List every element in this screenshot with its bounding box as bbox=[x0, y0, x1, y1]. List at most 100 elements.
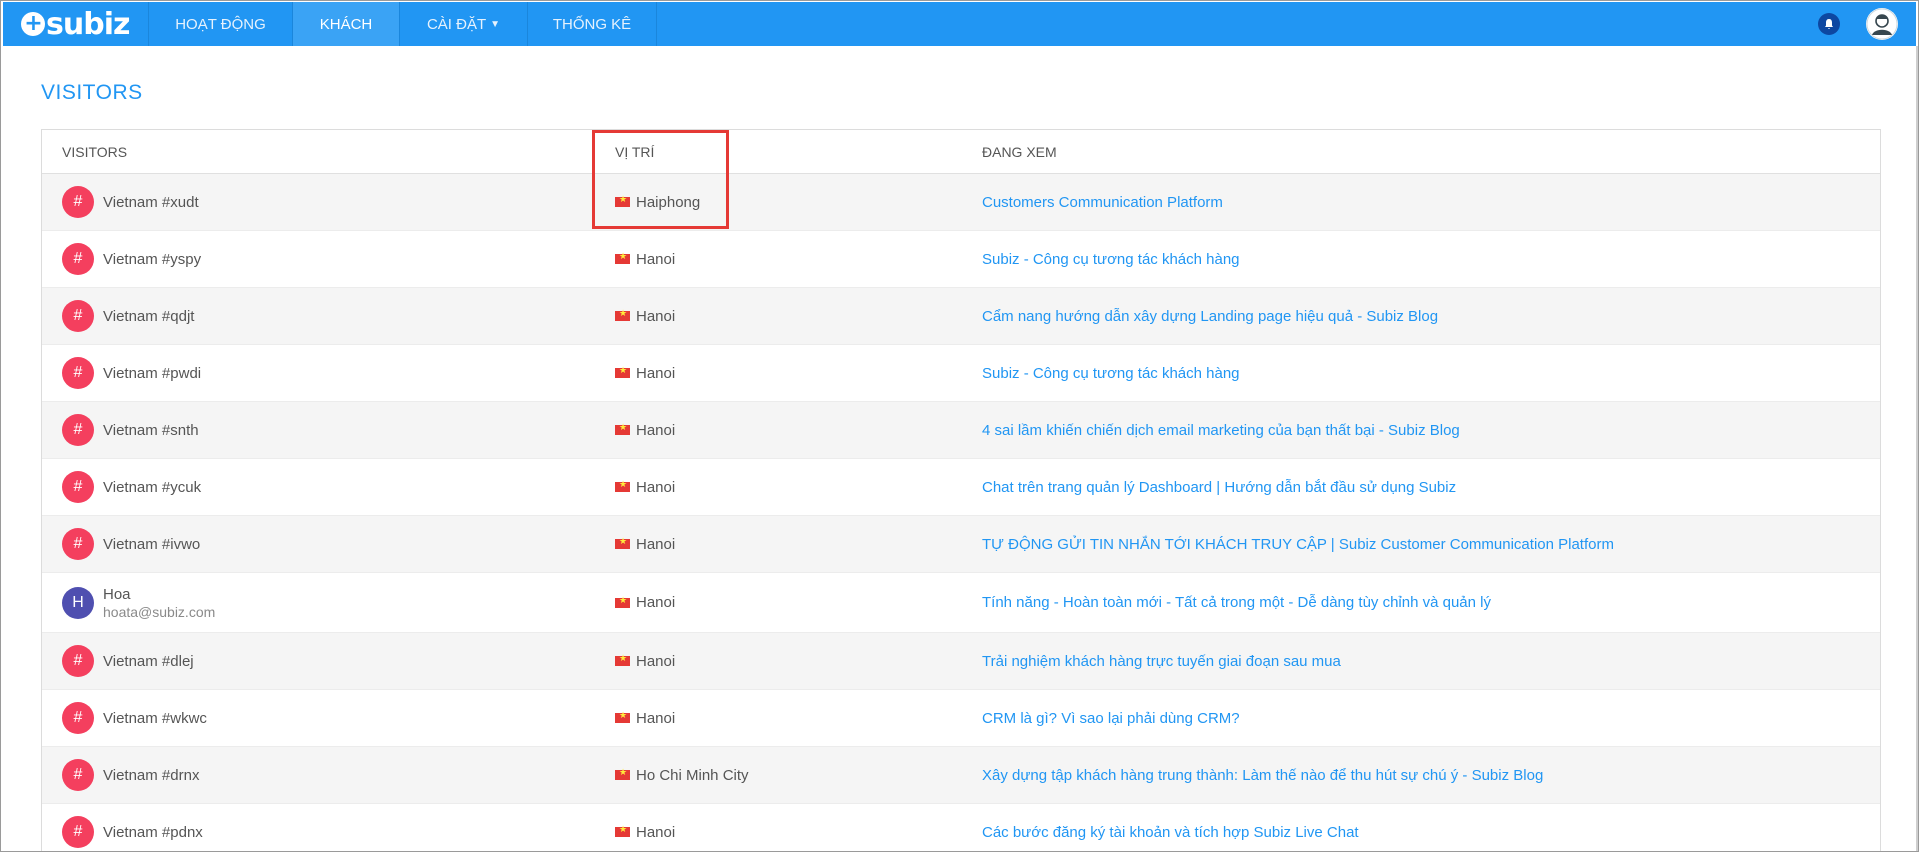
viewing-page-link[interactable]: Cẩm nang hướng dẫn xây dựng Landing page… bbox=[982, 308, 1438, 325]
vietnam-flag-icon bbox=[615, 479, 630, 492]
viewing-page-link[interactable]: 4 sai lầm khiến chiến dịch email marketi… bbox=[982, 422, 1460, 439]
viewing-cell: Xây dựng tập khách hàng trung thành: Làm… bbox=[982, 747, 1543, 803]
anonymous-visitor-icon: # bbox=[62, 186, 94, 218]
visitor-info: Vietnam #snth bbox=[103, 422, 199, 439]
location-text: Hanoi bbox=[636, 478, 676, 496]
location-cell: Hanoi bbox=[615, 633, 675, 689]
table-row[interactable]: # Vietnam #dlej Hanoi Trải nghiệm khách hàn… bbox=[42, 633, 1880, 690]
location-cell: Hanoi bbox=[615, 345, 675, 401]
user-avatar: H bbox=[62, 586, 94, 619]
table-row[interactable]: # Vietnam #drnx Ho Chi Minh City Xây dựng t… bbox=[42, 747, 1880, 804]
table-row[interactable]: # Vietnam #qdjt Hanoi Cẩm nang hướng dẫn xâ… bbox=[42, 288, 1880, 345]
location-text: Hanoi bbox=[636, 652, 676, 670]
visitor-cell[interactable]: # Vietnam #qdjt bbox=[62, 288, 194, 344]
vietnam-flag-icon bbox=[615, 251, 630, 264]
location-cell: Haiphong bbox=[615, 174, 700, 230]
viewing-page-link[interactable]: Xây dựng tập khách hàng trung thành: Làm… bbox=[982, 767, 1543, 784]
visitor-cell[interactable]: # Vietnam #yspy bbox=[62, 231, 201, 287]
nav-khach-label: KHÁCH bbox=[319, 15, 373, 33]
table-row[interactable]: # Vietnam #snth Hanoi 4 sai lầm khiến chiến… bbox=[42, 402, 1880, 459]
vietnam-flag-icon bbox=[615, 422, 630, 435]
chevron-down-icon: ▼ bbox=[490, 18, 501, 30]
viewing-page-link[interactable]: Tính năng - Hoàn toàn mới - Tất cả trong… bbox=[982, 594, 1491, 611]
location-text: Haiphong bbox=[636, 193, 701, 211]
visitor-cell[interactable]: # Vietnam #dlej bbox=[62, 633, 194, 689]
viewing-page-link[interactable]: TỰ ĐỘNG GỬI TIN NHẮN TỚI KHÁCH TRUY CẬP … bbox=[982, 536, 1614, 553]
viewing-page-link[interactable]: Subiz - Công cụ tương tác khách hàng bbox=[982, 251, 1240, 268]
nav-khach[interactable]: KHÁCH bbox=[293, 2, 400, 46]
visitor-cell[interactable]: # Vietnam #pwdi bbox=[62, 345, 201, 401]
visitor-cell[interactable]: # Vietnam #pdnx bbox=[62, 804, 203, 851]
table-row[interactable]: # Vietnam #yspy Hanoi Subiz - Công cụ tương… bbox=[42, 231, 1880, 288]
location-cell: Hanoi bbox=[615, 231, 675, 287]
vietnam-flag-icon bbox=[615, 710, 630, 723]
table-row[interactable]: # Vietnam #wkwc Hanoi CRM là gì? Vì sao lại… bbox=[42, 690, 1880, 747]
location-text: Hanoi bbox=[636, 364, 676, 382]
visitor-info: Vietnam #ycuk bbox=[103, 479, 201, 496]
vietnam-flag-icon bbox=[615, 194, 630, 207]
scrollbar[interactable] bbox=[1916, 46, 1918, 851]
visitor-name: Hoa bbox=[103, 585, 131, 603]
anonymous-visitor-icon: # bbox=[62, 702, 94, 734]
viewing-cell: Chat trên trang quản lý Dashboard | Hướn… bbox=[982, 459, 1456, 515]
nav-cai-dat-label: CÀI ĐẶT bbox=[426, 15, 487, 33]
visitor-cell[interactable]: # Vietnam #xudt bbox=[62, 174, 199, 230]
table-row[interactable]: # Vietnam #xudt Haiphong Customers Communic… bbox=[42, 174, 1880, 231]
nav-cai-dat[interactable]: CÀI ĐẶT ▼ bbox=[400, 2, 528, 46]
viewing-cell: Subiz - Công cụ tương tác khách hàng bbox=[982, 231, 1240, 287]
user-avatar-icon[interactable] bbox=[1866, 8, 1898, 40]
visitor-info: Vietnam #xudt bbox=[103, 194, 199, 211]
visitor-name: Vietnam #pwdi bbox=[103, 364, 202, 382]
nav-hoat-dong-label: HOẠT ĐỘNG bbox=[175, 15, 266, 33]
table-row[interactable]: # Vietnam #ivwo Hanoi TỰ ĐỘNG GỬI TIN NHẮN … bbox=[42, 516, 1880, 573]
viewing-cell: Tính năng - Hoàn toàn mới - Tất cả trong… bbox=[982, 573, 1491, 632]
table-header: VISITORS VỊ TRÍ ĐANG XEM bbox=[42, 130, 1880, 174]
vietnam-flag-icon bbox=[615, 365, 630, 378]
visitor-cell[interactable]: # Vietnam #snth bbox=[62, 402, 199, 458]
visitor-cell[interactable]: # Vietnam #wkwc bbox=[62, 690, 207, 746]
anonymous-visitor-icon: # bbox=[62, 414, 94, 446]
location-cell: Hanoi bbox=[615, 402, 675, 458]
page-title: VISITORS bbox=[41, 81, 143, 104]
visitor-name: Vietnam #drnx bbox=[103, 766, 200, 784]
viewing-cell: 4 sai lầm khiến chiến dịch email marketi… bbox=[982, 402, 1460, 458]
viewing-page-link[interactable]: CRM là gì? Vì sao lại phải dùng CRM? bbox=[982, 710, 1240, 727]
top-navbar: + subiz HOẠT ĐỘNG KHÁCH CÀI ĐẶT ▼ THỐNG … bbox=[3, 2, 1916, 46]
table-row[interactable]: # Vietnam #ycuk Hanoi Chat trên trang quản … bbox=[42, 459, 1880, 516]
table-row[interactable]: # Vietnam #pdnx Hanoi Các bước đăng ký tài … bbox=[42, 804, 1880, 851]
vietnam-flag-icon bbox=[615, 767, 630, 780]
visitor-info: Vietnam #pdnx bbox=[103, 824, 203, 841]
subiz-logo[interactable]: + subiz bbox=[3, 2, 149, 46]
nav-thong-ke[interactable]: THỐNG KÊ bbox=[528, 2, 657, 46]
visitor-info: Vietnam #qdjt bbox=[103, 308, 194, 325]
visitor-info: Vietnam #drnx bbox=[103, 767, 199, 784]
visitor-cell[interactable]: # Vietnam #ycuk bbox=[62, 459, 201, 515]
visitor-cell[interactable]: # Vietnam #ivwo bbox=[62, 516, 200, 572]
vietnam-flag-icon bbox=[615, 595, 630, 608]
visitor-name: Vietnam #ycuk bbox=[103, 478, 202, 496]
location-cell: Hanoi bbox=[615, 690, 675, 746]
location-text: Hanoi bbox=[636, 250, 676, 268]
viewing-page-link[interactable]: Trải nghiệm khách hàng trực tuyến giai đ… bbox=[982, 653, 1341, 670]
visitor-name: Vietnam #snth bbox=[103, 421, 199, 439]
visitor-cell[interactable]: H Hoa hoata@subiz.com bbox=[62, 573, 215, 632]
anonymous-visitor-icon: # bbox=[62, 300, 94, 332]
viewing-page-link[interactable]: Customers Communication Platform bbox=[982, 194, 1223, 211]
bell-icon[interactable] bbox=[1818, 13, 1840, 35]
visitor-info: Vietnam #ivwo bbox=[103, 536, 200, 553]
viewing-cell: Subiz - Công cụ tương tác khách hàng bbox=[982, 345, 1240, 401]
location-cell: Hanoi bbox=[615, 804, 675, 851]
location-text: Hanoi bbox=[636, 594, 676, 611]
visitor-name: Vietnam #wkwc bbox=[103, 709, 207, 727]
table-row[interactable]: # Vietnam #pwdi Hanoi Subiz - Công cụ tương… bbox=[42, 345, 1880, 402]
viewing-cell: Cẩm nang hướng dẫn xây dựng Landing page… bbox=[982, 288, 1438, 344]
viewing-page-link[interactable]: Chat trên trang quản lý Dashboard | Hướn… bbox=[982, 479, 1456, 496]
vietnam-flag-icon bbox=[615, 824, 630, 837]
viewing-page-link[interactable]: Subiz - Công cụ tương tác khách hàng bbox=[982, 365, 1240, 382]
visitor-cell[interactable]: # Vietnam #drnx bbox=[62, 747, 199, 803]
table-row[interactable]: H Hoahoata@subiz.com Hanoi Tính năng - Hoàn… bbox=[42, 573, 1880, 633]
vietnam-flag-icon bbox=[615, 308, 630, 321]
viewing-page-link[interactable]: Các bước đăng ký tài khoản và tích hợp S… bbox=[982, 824, 1359, 841]
nav-hoat-dong[interactable]: HOẠT ĐỘNG bbox=[149, 2, 293, 46]
logo-plus-icon: + bbox=[21, 12, 45, 36]
